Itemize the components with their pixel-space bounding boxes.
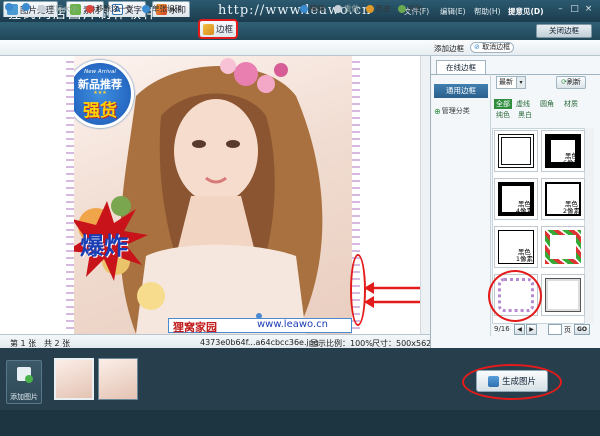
- cancel-border-label: 取消边框: [482, 43, 511, 51]
- filter-all[interactable]: 全部: [494, 99, 512, 109]
- cancel-border-button[interactable]: ⊘ 取消边框: [470, 42, 515, 53]
- tab-label: 边框: [216, 25, 234, 35]
- border-cell-6[interactable]: [541, 226, 585, 268]
- rotate-handle[interactable]: [256, 313, 262, 319]
- menu-feedback[interactable]: 提意见(D): [508, 6, 544, 17]
- chevron-down-icon[interactable]: ▾: [516, 76, 526, 89]
- badge-strong: 强货: [83, 101, 117, 121]
- actual-size-label: 实际大小: [48, 4, 78, 13]
- remove-one-button[interactable]: 移除这一张: [86, 3, 134, 14]
- thumbnail-1[interactable]: [54, 358, 94, 400]
- tab-bar: [0, 22, 600, 40]
- compare-button[interactable]: 对比: [398, 3, 423, 14]
- single-edit-icon: [142, 4, 150, 13]
- border-cell-label: 黑色 2像素: [562, 200, 580, 215]
- plus-icon: [25, 375, 33, 383]
- zoom-out-icon[interactable]: [22, 3, 32, 11]
- go-button[interactable]: GO: [574, 324, 590, 335]
- remove-one-label: 移除这一张: [96, 4, 134, 13]
- refresh-label: 刷新: [566, 78, 581, 86]
- border-cell-3[interactable]: 黑色 4像素: [494, 178, 538, 220]
- status-filename: 4373e0b64f...a64cbcc36e.jpg: [200, 338, 319, 347]
- editor-toolbar: [0, 40, 430, 56]
- prev-page-icon[interactable]: ◀: [514, 324, 525, 335]
- border-cell-label: 黑色 4像素: [515, 200, 533, 215]
- badge-subtitle: New Arrival: [84, 69, 116, 75]
- zoom-in-icon[interactable]: [5, 3, 15, 11]
- page-unit: 页: [564, 326, 571, 334]
- compare-label: 对比: [408, 4, 423, 13]
- border-cell-2[interactable]: 黑色 6像素: [541, 130, 585, 172]
- generate-label: 生成图片: [501, 377, 536, 387]
- grid-scrollbar[interactable]: [584, 128, 594, 324]
- menu-edit[interactable]: 编辑(E): [440, 6, 466, 17]
- undo-button[interactable]: 撤销: [300, 3, 325, 14]
- tab-online-border[interactable]: 在线边框: [436, 60, 486, 74]
- filter-texture[interactable]: 材质: [564, 99, 578, 109]
- pager-text: 9/16: [494, 325, 510, 333]
- thumbnail-2[interactable]: [98, 358, 138, 400]
- history-label: 历史: [376, 4, 391, 13]
- filter-bw[interactable]: 黑白: [518, 110, 532, 120]
- frame-border-left: [66, 56, 74, 334]
- filter-solid[interactable]: 纯色: [496, 110, 510, 120]
- border-cell-label: 黑色 6像素: [562, 152, 580, 167]
- page-input[interactable]: [548, 324, 562, 335]
- caption-textbox[interactable]: 狸窝家园 www.leawo.cn: [168, 318, 352, 334]
- redo-label: 重做: [344, 4, 359, 13]
- single-edit-button[interactable]: 单张编辑: [142, 3, 182, 14]
- filter-rounded[interactable]: 圆角: [540, 99, 554, 109]
- history-icon: [366, 4, 374, 13]
- annotation-ellipse-cell: [488, 270, 542, 322]
- menu-help[interactable]: 帮助(H): [474, 6, 501, 17]
- redo-icon: [334, 4, 342, 13]
- close-icon[interactable]: ×: [582, 3, 595, 16]
- actual-size-icon: [38, 4, 46, 13]
- border-cell-5[interactable]: 黑色 1像素: [494, 226, 538, 268]
- category-general[interactable]: 通用边框: [434, 84, 488, 98]
- maximize-icon[interactable]: □: [568, 3, 581, 16]
- manage-category-link[interactable]: ⊕ 管理分类: [434, 106, 470, 116]
- remove-icon: [86, 4, 94, 13]
- add-image-label: 添加图片: [10, 393, 38, 401]
- refresh-button[interactable]: ⟳刷新: [556, 76, 586, 89]
- close-border-button[interactable]: 关闭边框: [536, 24, 592, 38]
- border-cell-4[interactable]: 黑色 2像素: [541, 178, 585, 220]
- compare-icon: [398, 4, 406, 13]
- minimize-icon[interactable]: –: [554, 3, 567, 16]
- tab-border[interactable]: 边框: [198, 19, 239, 39]
- next-page-icon[interactable]: ▶: [526, 324, 537, 335]
- redo-button[interactable]: 重做: [334, 3, 359, 14]
- generate-icon: [487, 375, 499, 387]
- actual-size-button[interactable]: 实际大小: [38, 3, 78, 14]
- filter-dashed[interactable]: 虚线: [516, 99, 530, 109]
- cancel-border-icon: ⊘: [474, 43, 480, 51]
- generate-image-button[interactable]: 生成图片: [476, 370, 548, 392]
- manage-category-label: 管理分类: [441, 107, 470, 115]
- panel-divider: [430, 74, 600, 75]
- footer-bar: [0, 410, 600, 436]
- sort-select-value: 最新: [499, 78, 513, 86]
- single-edit-label: 单张编辑: [152, 4, 182, 13]
- caption-left: 狸窝家园: [173, 321, 217, 334]
- add-border-label: 添加边框: [434, 44, 464, 53]
- undo-icon: [300, 4, 308, 13]
- border-cell-label: 黑色 1像素: [515, 248, 533, 263]
- new-arrival-badge: New Arrival 新品推荐 ★★★ 强货: [66, 60, 134, 128]
- history-button[interactable]: 历史: [366, 3, 391, 14]
- undo-label: 撤销: [310, 4, 325, 13]
- photo-preview[interactable]: New Arrival 新品推荐 ★★★ 强货 爆炸: [66, 56, 360, 334]
- border-cell-8[interactable]: [541, 274, 585, 316]
- add-category-icon: ⊕: [434, 106, 441, 116]
- canvas-scrollbar[interactable]: [420, 56, 430, 334]
- border-cell-1[interactable]: [494, 130, 538, 172]
- border-icon: [203, 23, 214, 35]
- caption-right: www.leawo.cn: [257, 319, 328, 330]
- burst-text: 爆炸: [80, 232, 128, 260]
